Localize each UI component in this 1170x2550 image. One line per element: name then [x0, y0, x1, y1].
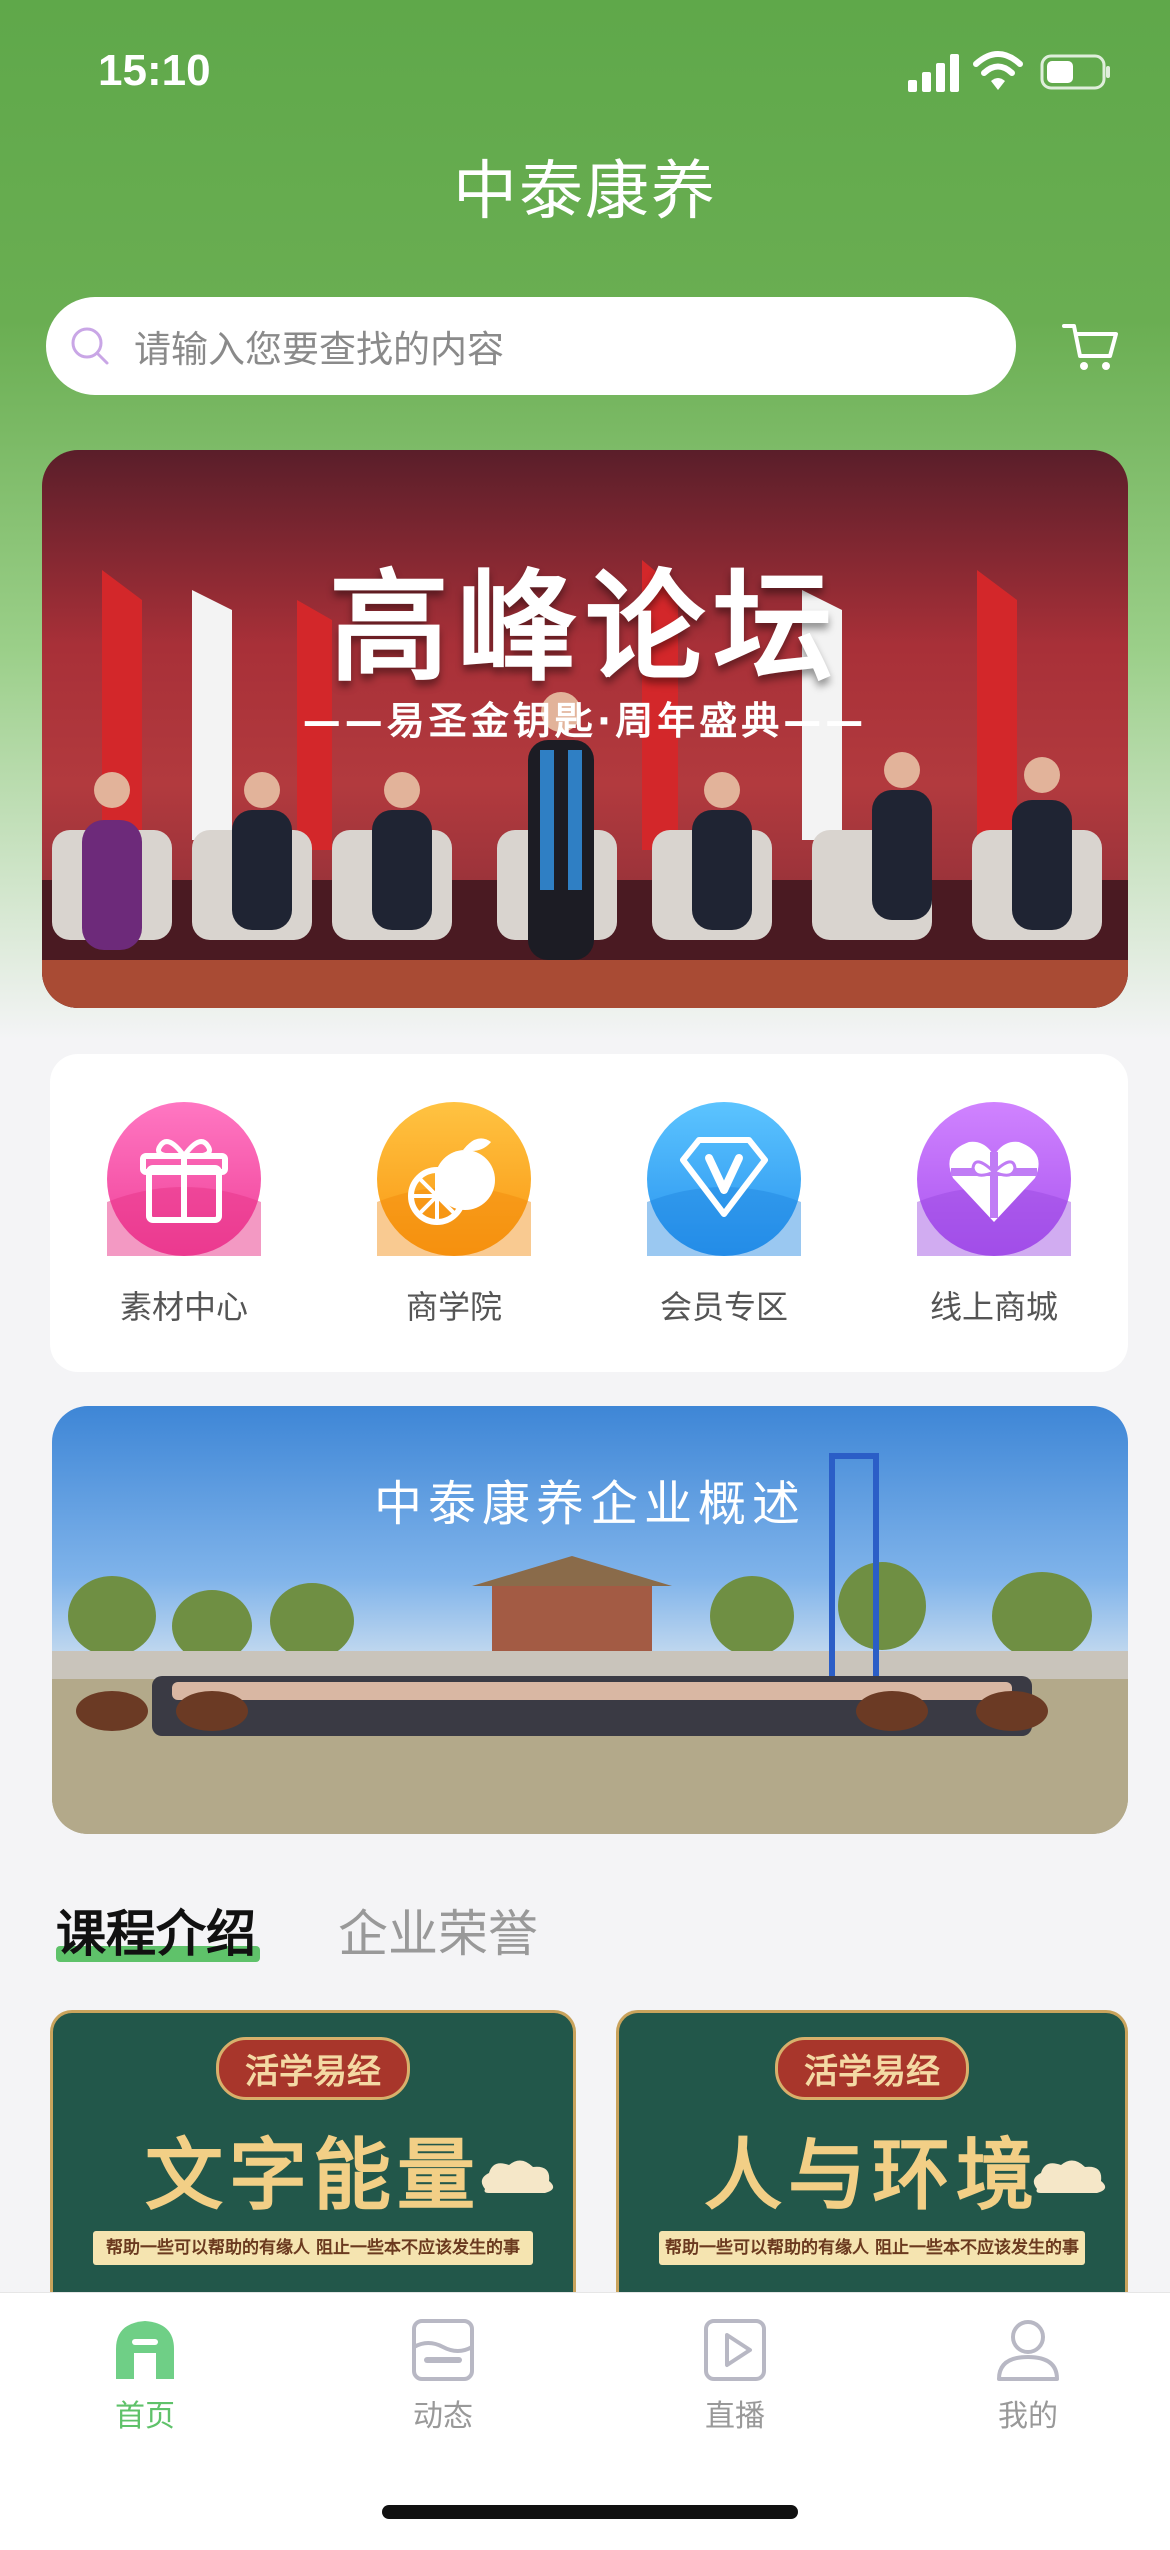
- course-card[interactable]: 活学易经 人与环境 帮助一些可以帮助的有缘人 阻止一些本不应该发生的事: [616, 2010, 1128, 2293]
- gift-heart-icon: [917, 1102, 1071, 1256]
- tabbar-label-live: 直播: [705, 2399, 765, 2434]
- status-time: 15:10: [98, 46, 211, 95]
- course-tag: 活学易经: [216, 2037, 410, 2100]
- tabbar-item-feed[interactable]: 动态: [358, 2315, 528, 2435]
- quick-item-business-school[interactable]: 商学院: [354, 1102, 554, 1328]
- tabbar-label-feed: 动态: [413, 2399, 473, 2434]
- play-icon: [704, 2319, 766, 2381]
- user-icon: [997, 2320, 1059, 2381]
- course-description: 帮助一些可以帮助的有缘人 阻止一些本不应该发生的事: [93, 2231, 533, 2265]
- quick-label-materials: 素材中心: [119, 1288, 248, 1326]
- cart-icon[interactable]: [1060, 316, 1122, 378]
- tabbar-item-live[interactable]: 直播: [650, 2315, 820, 2435]
- vip-diamond-icon: [647, 1102, 801, 1256]
- course-tag: 活学易经: [775, 2037, 969, 2100]
- cellular-signal-icon: [908, 54, 959, 92]
- tab-honors[interactable]: 企业荣誉: [338, 1894, 538, 1966]
- wifi-icon: [973, 51, 1023, 90]
- tabbar-item-home[interactable]: 首页: [60, 2315, 230, 2435]
- banner-subtitle: ——易圣金钥匙·周年盛典——: [302, 699, 868, 743]
- quick-label-online-mall: 线上商城: [929, 1288, 1058, 1326]
- cloud-icon: [1033, 2160, 1106, 2193]
- search-placeholder: 请输入您要查找的内容: [134, 328, 504, 371]
- course-card[interactable]: 活学易经 文字能量 帮助一些可以帮助的有缘人 阻止一些本不应该发生的事: [50, 2010, 576, 2293]
- home-icon: [116, 2321, 174, 2379]
- tabbar-item-profile[interactable]: 我的: [943, 2315, 1113, 2435]
- search-input[interactable]: 请输入您要查找的内容: [46, 297, 1016, 395]
- banner-carousel[interactable]: 高峰论坛 ——易圣金钥匙·周年盛典——: [42, 450, 1128, 1008]
- gift-icon: [107, 1102, 261, 1256]
- orange-icon: [377, 1102, 531, 1256]
- banner-title: 高峰论坛: [329, 559, 841, 698]
- tabbar-label-profile: 我的: [998, 2399, 1058, 2434]
- cloud-icon: [481, 2160, 554, 2193]
- quick-item-vip[interactable]: 会员专区: [624, 1102, 824, 1328]
- overview-title: 中泰康养企业概述: [373, 1476, 806, 1532]
- quick-item-materials[interactable]: 素材中心: [84, 1102, 284, 1328]
- quick-label-vip: 会员专区: [659, 1288, 788, 1326]
- tab-courses[interactable]: 课程介绍: [56, 1894, 256, 1966]
- home-indicator[interactable]: [382, 2505, 798, 2519]
- feed-icon: [412, 2319, 474, 2381]
- quick-item-online-mall[interactable]: 线上商城: [894, 1102, 1094, 1328]
- app-title: 中泰康养: [453, 155, 717, 229]
- course-description: 帮助一些可以帮助的有缘人 阻止一些本不应该发生的事: [659, 2231, 1085, 2265]
- search-icon: [71, 327, 109, 365]
- company-overview-card[interactable]: 中泰康养企业概述: [52, 1406, 1128, 1834]
- tabbar-label-home: 首页: [115, 2399, 175, 2434]
- status-bar: 15:10: [0, 0, 1170, 150]
- quick-label-business-school: 商学院: [405, 1288, 502, 1326]
- quick-menu: 素材中心 商学院 会员专区 线上商城: [50, 1054, 1128, 1372]
- battery-icon: [1040, 54, 1110, 90]
